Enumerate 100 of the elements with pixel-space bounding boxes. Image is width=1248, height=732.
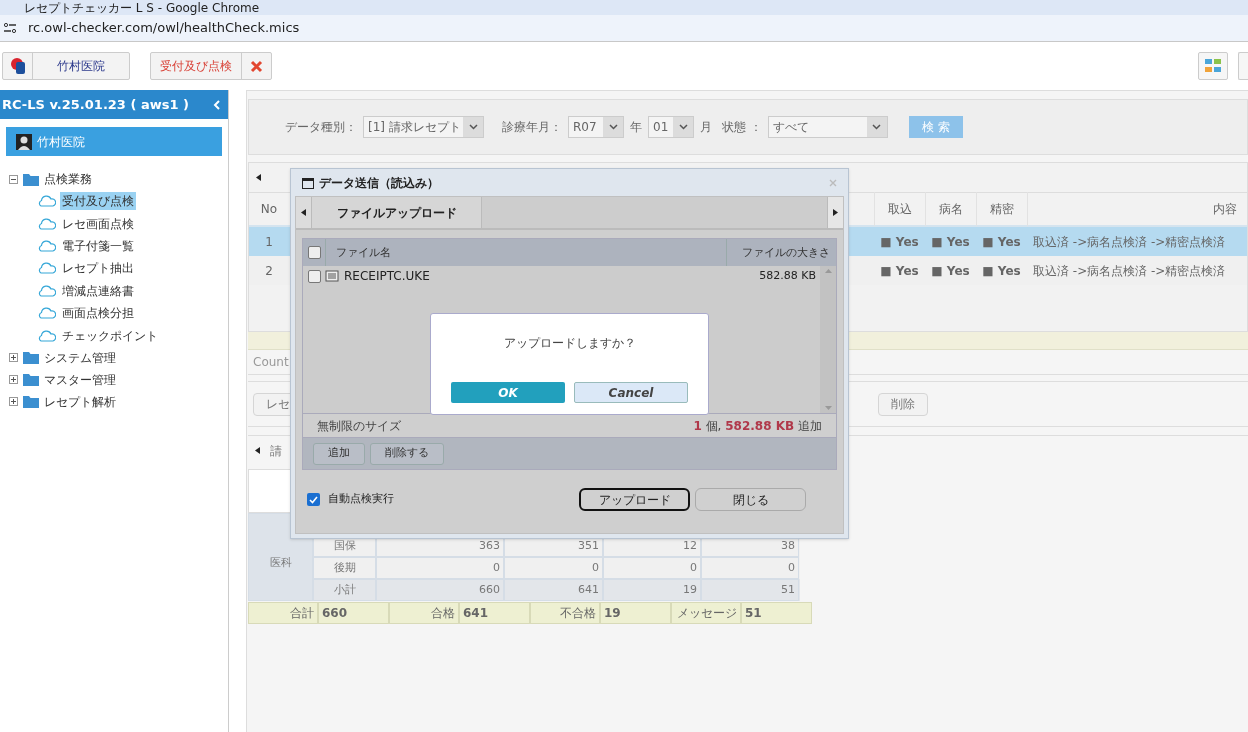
total-label: メッセージ xyxy=(671,602,741,624)
tree-folder[interactable]: レセプト解析 xyxy=(44,392,116,411)
checkbox[interactable] xyxy=(307,493,320,506)
checkbox-label: 自動点検実行 xyxy=(328,491,394,508)
table-cell: 641 xyxy=(504,579,603,601)
table-cell: 0 xyxy=(603,557,701,579)
cloud-icon xyxy=(38,307,56,320)
column-header: 内容 xyxy=(1027,192,1247,226)
tree-item[interactable]: 画面点検分担 xyxy=(60,304,136,323)
folder-icon xyxy=(23,395,39,409)
dialog-title: データ送信（読込み） xyxy=(319,175,439,192)
dialog-button[interactable]: 閉じる xyxy=(695,488,806,511)
plus-box-icon[interactable] xyxy=(9,353,18,363)
size-limit: 無制限のサイズ xyxy=(317,417,401,435)
folder-icon xyxy=(23,373,39,387)
folder-icon xyxy=(23,172,39,186)
caret-right-icon[interactable] xyxy=(833,209,838,216)
total-label: 不合格 xyxy=(530,602,600,624)
minus-box-icon[interactable] xyxy=(9,174,18,184)
tab-label[interactable]: 請 xyxy=(270,441,282,460)
collapse-icon[interactable] xyxy=(213,99,220,110)
cloud-icon xyxy=(38,284,56,297)
table-cell-text: ■ Yes xyxy=(930,262,971,280)
table-cell-text: ■ Yes xyxy=(981,262,1022,280)
list-button[interactable]: 追加 xyxy=(313,442,365,465)
tree-folder[interactable]: 点検業務 xyxy=(44,170,92,188)
logo-icon[interactable] xyxy=(9,57,26,75)
column-header: ファイル名 xyxy=(325,239,726,266)
data-type-select[interactable]: [1] 請求レセプト xyxy=(363,116,484,138)
total-value: 19 xyxy=(600,602,671,624)
close-icon[interactable] xyxy=(250,59,263,73)
url-text[interactable]: rc.owl-checker.com/owl/healthCheck.mics xyxy=(28,18,300,38)
column-header: 病名 xyxy=(925,192,976,226)
total-value: 51 xyxy=(741,602,812,624)
table-cell: 51 xyxy=(701,579,799,601)
tree-item[interactable]: 電子付箋一覧 xyxy=(60,236,136,255)
tree-item[interactable]: レセ画面点検 xyxy=(60,214,136,233)
table-cell: 0 xyxy=(504,557,603,579)
cancel-button[interactable]: Cancel xyxy=(574,382,688,403)
file-name: RECEIPTC.UKE xyxy=(344,268,431,285)
tree-folder[interactable]: システム管理 xyxy=(44,348,116,367)
file-icon xyxy=(325,270,339,282)
tree-folder[interactable]: マスター管理 xyxy=(44,370,116,389)
confirm-message: アップロードしますか？ xyxy=(503,335,636,352)
table-cell-text: 2 xyxy=(264,262,274,280)
file-size: 582.88 KB xyxy=(759,267,817,284)
dialog-button[interactable]: アップロード xyxy=(579,488,690,511)
checkbox[interactable] xyxy=(307,269,321,283)
window-title: レセプトチェッカー L S - Google Chrome xyxy=(24,1,260,15)
row-label: 後期 xyxy=(313,557,376,579)
checkbox[interactable] xyxy=(307,246,321,259)
table-cell-text: ■ Yes xyxy=(930,233,971,251)
status-select[interactable]: すべて xyxy=(767,116,888,138)
total-value: 660 xyxy=(318,602,389,624)
upload-summary: 1 個, 582.88 KB 追加 xyxy=(693,417,822,435)
user-icon xyxy=(16,133,32,150)
list-button[interactable]: 削除する xyxy=(370,442,444,465)
plus-box-icon[interactable] xyxy=(9,375,18,385)
cloud-icon xyxy=(38,217,56,230)
caret-left-icon[interactable] xyxy=(255,447,260,454)
month-select[interactable]: 01 xyxy=(648,116,694,138)
user-name: 竹村医院 xyxy=(37,133,85,151)
site-settings-icon[interactable] xyxy=(4,23,16,33)
filter-label: データ種別： xyxy=(285,119,357,136)
dialog-tab[interactable]: ファイルアップロード xyxy=(312,197,482,228)
table-cell-text: ■ Yes xyxy=(981,233,1022,251)
total-label: 合計 xyxy=(248,602,318,624)
column-header: 精密 xyxy=(976,192,1027,226)
chevron-down-icon xyxy=(872,124,882,130)
tree-item[interactable]: レセプト抽出 xyxy=(60,259,136,278)
table-cell-text: 取込済 ->病名点検済 ->精密点検済 xyxy=(1032,262,1227,280)
action-button[interactable]: 削除 xyxy=(878,392,928,416)
chevron-down-icon xyxy=(468,124,478,130)
cloud-icon xyxy=(38,195,56,208)
table-cell-text: ■ Yes xyxy=(879,233,920,251)
cloud-icon xyxy=(38,262,56,275)
cloud-icon xyxy=(38,329,56,342)
tree-item[interactable]: 増減点連絡書 xyxy=(60,281,136,300)
total-label: 合格 xyxy=(389,602,459,624)
caret-left-icon[interactable] xyxy=(301,209,306,216)
tree-item[interactable]: チェックポイント xyxy=(60,326,160,345)
row-label: 小計 xyxy=(313,579,376,601)
unit-label: 年 xyxy=(630,119,642,136)
unit-label: 月 xyxy=(700,119,712,136)
column-header: 取込 xyxy=(874,192,925,226)
table-cell-text: 取込済 ->病名点検済 ->精密点検済 xyxy=(1032,233,1227,251)
version-label: RC-LS v.25.01.23 ( aws1 ) xyxy=(2,95,189,114)
tree-item[interactable]: 受付及び点検 xyxy=(60,192,136,211)
caret-left-icon[interactable] xyxy=(256,174,261,181)
table-cell: 0 xyxy=(376,557,504,579)
filter-label: 状態 ： xyxy=(722,119,762,136)
chevron-down-icon xyxy=(608,124,618,130)
chevron-down-icon xyxy=(678,124,688,130)
folder-icon xyxy=(23,351,39,365)
column-header: No xyxy=(259,201,279,218)
plus-box-icon[interactable] xyxy=(9,397,18,407)
table-cell: 19 xyxy=(603,579,701,601)
table-cell-text: 1 xyxy=(264,233,274,251)
grid-icon[interactable] xyxy=(1204,58,1222,74)
era-year-select[interactable]: R07 xyxy=(568,116,624,138)
